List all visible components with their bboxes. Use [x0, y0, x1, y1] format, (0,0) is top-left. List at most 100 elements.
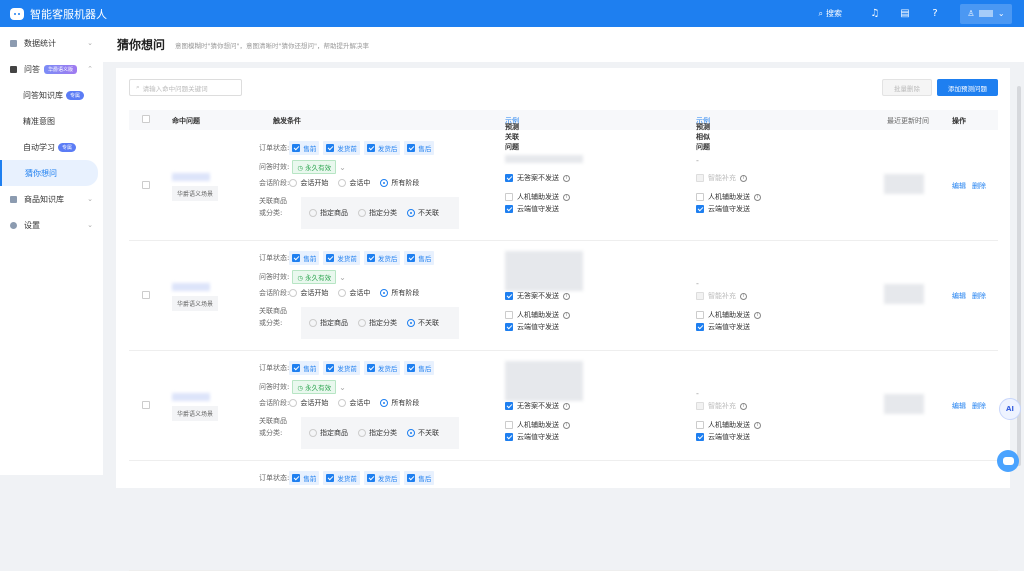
info-icon[interactable]: i: [754, 421, 761, 429]
checkbox[interactable]: [505, 193, 513, 201]
chevron-down-icon[interactable]: ⌄: [339, 163, 346, 172]
link-radio[interactable]: 指定商品: [309, 318, 348, 328]
checkbox[interactable]: [505, 292, 513, 300]
order-status-tag[interactable]: 售后: [404, 361, 435, 375]
info-icon[interactable]: i: [740, 292, 747, 300]
similar-option[interactable]: 人机辅助发送 i: [696, 310, 761, 320]
edit-link[interactable]: 编辑: [952, 402, 966, 410]
document-icon[interactable]: ▤: [898, 7, 912, 21]
stage-radio[interactable]: 会话中: [338, 178, 370, 188]
checkbox[interactable]: [366, 144, 375, 152]
search-input[interactable]: ⌕ 请输入命中问题关键词: [129, 79, 242, 96]
checkbox[interactable]: [407, 474, 416, 482]
related-option[interactable]: 无答案不发送 i: [505, 173, 570, 183]
link-radio[interactable]: 指定分类: [358, 428, 397, 438]
related-option[interactable]: 云端值守发送: [505, 204, 559, 214]
checkbox[interactable]: [407, 254, 416, 262]
related-option[interactable]: 人机辅助发送 i: [505, 310, 570, 320]
edit-link[interactable]: 编辑: [952, 182, 966, 190]
checkbox[interactable]: [292, 144, 301, 152]
stage-radio[interactable]: 会话开始: [289, 398, 328, 408]
similar-option[interactable]: 人机辅助发送 i: [696, 420, 761, 430]
checkbox[interactable]: [366, 474, 375, 482]
validity-tag[interactable]: ◷ 永久有效: [292, 380, 337, 394]
info-icon[interactable]: i: [563, 402, 570, 410]
bell-icon[interactable]: ♫: [868, 7, 882, 21]
add-question-button[interactable]: 添加预测问题: [937, 79, 998, 96]
link-radio[interactable]: 指定商品: [309, 208, 348, 218]
info-icon[interactable]: i: [563, 174, 570, 182]
order-status-tag[interactable]: 售前: [289, 141, 320, 155]
chevron-down-icon[interactable]: ⌄: [339, 383, 346, 392]
related-option[interactable]: 无答案不发送 i: [505, 401, 570, 411]
link-radio[interactable]: 指定商品: [309, 428, 348, 438]
similar-option[interactable]: 人机辅助发送 i: [696, 192, 761, 202]
info-icon[interactable]: i: [740, 174, 747, 182]
order-status-tag[interactable]: 发货后: [363, 141, 401, 155]
chevron-down-icon[interactable]: ⌄: [339, 273, 346, 282]
similar-option[interactable]: 云端值守发送: [696, 432, 750, 442]
checkbox[interactable]: [326, 144, 335, 152]
checkbox[interactable]: [505, 174, 513, 182]
sidebar-item-intent[interactable]: 精准意图: [0, 108, 103, 134]
order-status-tag[interactable]: 发货前: [323, 141, 360, 155]
select-all-checkbox[interactable]: [142, 115, 150, 123]
checkbox[interactable]: [696, 402, 704, 410]
checkbox[interactable]: [292, 254, 301, 262]
order-status-tag[interactable]: 售后: [404, 251, 435, 265]
sidebar-item-auto-learn[interactable]: 自动学习 专属: [0, 134, 103, 160]
checkbox[interactable]: [505, 433, 513, 441]
checkbox[interactable]: [696, 205, 704, 213]
chatbot-button[interactable]: [997, 450, 1019, 472]
delete-link[interactable]: 删除: [972, 182, 986, 190]
stage-radio[interactable]: 所有阶段: [380, 178, 419, 188]
validity-tag[interactable]: ◷ 永久有效: [292, 160, 337, 174]
order-status-tag[interactable]: 发货前: [323, 251, 360, 265]
info-icon[interactable]: i: [563, 311, 570, 319]
order-status-tag[interactable]: 售前: [289, 471, 320, 485]
stage-radio[interactable]: 会话开始: [289, 178, 328, 188]
order-status-tag[interactable]: 售后: [404, 141, 435, 155]
info-icon[interactable]: i: [754, 311, 761, 319]
row-checkbox[interactable]: [142, 181, 150, 189]
related-option[interactable]: 云端值守发送: [505, 322, 559, 332]
checkbox[interactable]: [407, 144, 416, 152]
validity-tag[interactable]: ◷ 永久有效: [292, 270, 337, 284]
help-icon[interactable]: ?: [928, 7, 942, 21]
stage-radio[interactable]: 会话开始: [289, 288, 328, 298]
similar-option[interactable]: 云端值守发送: [696, 204, 750, 214]
sidebar-item-stats[interactable]: 数据统计 ⌄: [0, 30, 103, 56]
delete-link[interactable]: 删除: [972, 292, 986, 300]
user-menu[interactable]: ♙ ⌄: [960, 3, 1012, 24]
checkbox[interactable]: [505, 311, 513, 319]
link-radio[interactable]: 指定分类: [358, 318, 397, 328]
stage-radio[interactable]: 所有阶段: [380, 398, 419, 408]
checkbox[interactable]: [505, 421, 513, 429]
related-option[interactable]: 人机辅助发送 i: [505, 192, 570, 202]
checkbox[interactable]: [696, 193, 704, 201]
checkbox[interactable]: [366, 254, 375, 262]
checkbox[interactable]: [326, 474, 335, 482]
info-icon[interactable]: i: [740, 402, 747, 410]
order-status-tag[interactable]: 售前: [289, 361, 320, 375]
info-icon[interactable]: i: [563, 421, 570, 429]
checkbox[interactable]: [505, 402, 513, 410]
order-status-tag[interactable]: 发货后: [363, 361, 401, 375]
edit-link[interactable]: 编辑: [952, 292, 966, 300]
checkbox[interactable]: [696, 323, 704, 331]
stage-radio[interactable]: 会话中: [338, 288, 370, 298]
checkbox[interactable]: [292, 364, 301, 372]
checkbox[interactable]: [292, 474, 301, 482]
checkbox[interactable]: [505, 205, 513, 213]
checkbox[interactable]: [696, 311, 704, 319]
info-icon[interactable]: i: [563, 292, 570, 300]
row-checkbox[interactable]: [142, 291, 150, 299]
related-option[interactable]: 人机辅助发送 i: [505, 420, 570, 430]
info-icon[interactable]: i: [563, 193, 570, 201]
related-option[interactable]: 无答案不发送 i: [505, 291, 570, 301]
link-radio[interactable]: 不关联: [407, 318, 439, 328]
related-option[interactable]: 云端值守发送: [505, 432, 559, 442]
delete-link[interactable]: 删除: [972, 402, 986, 410]
checkbox[interactable]: [696, 433, 704, 441]
checkbox[interactable]: [366, 364, 375, 372]
